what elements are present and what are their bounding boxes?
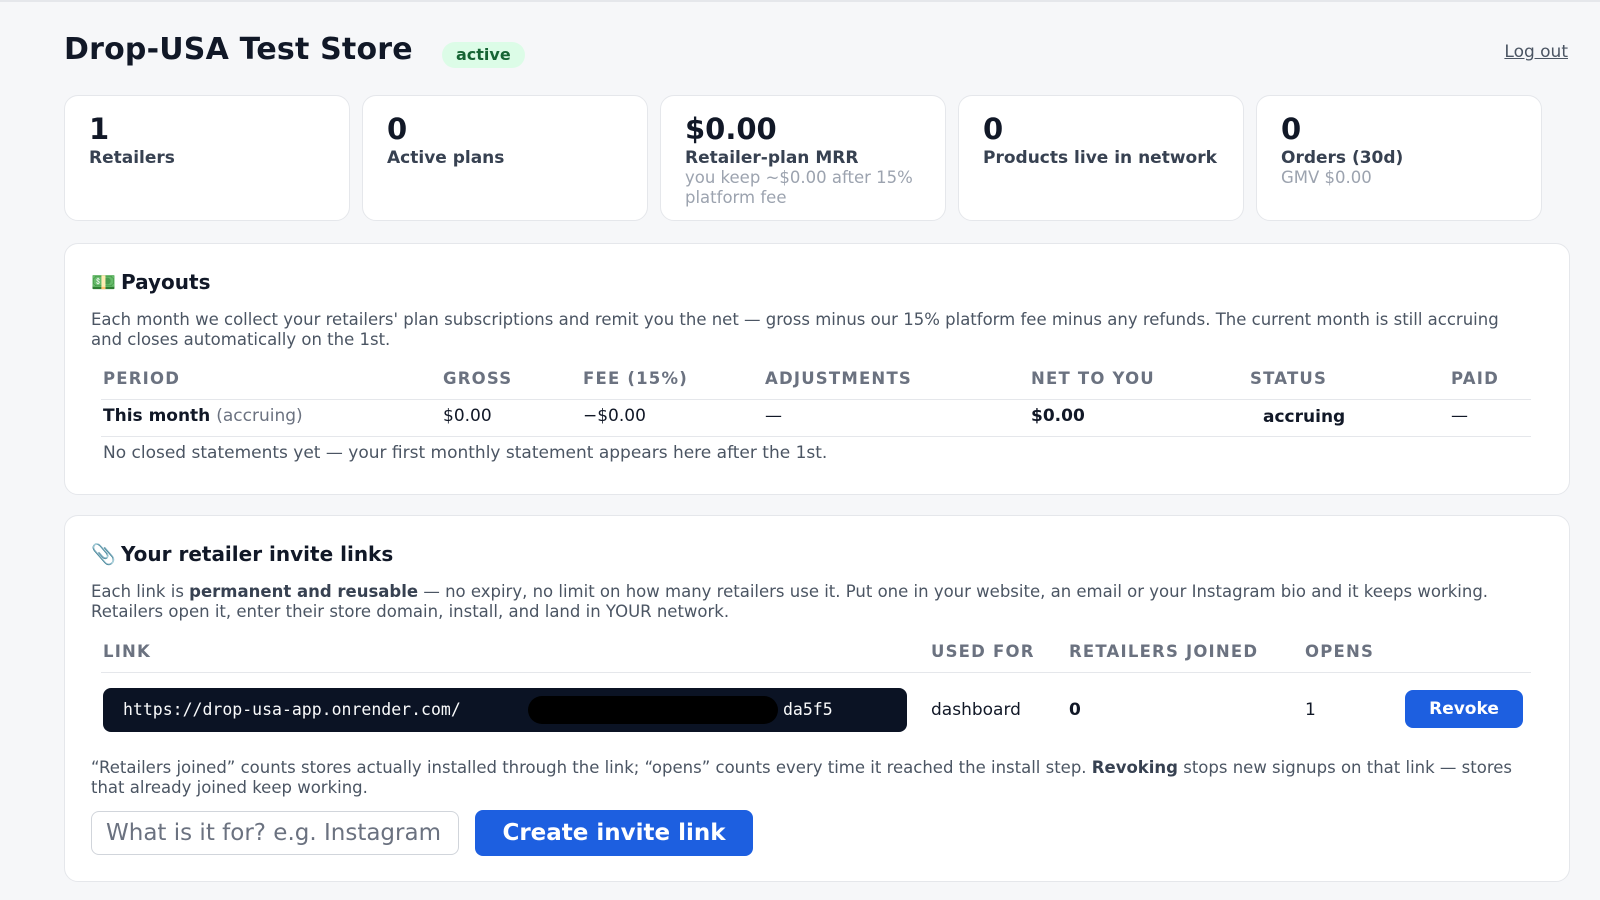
row-net: $0.00: [1031, 406, 1085, 426]
stat-value: 1: [89, 112, 110, 146]
stat-value: $0.00: [685, 112, 777, 146]
payouts-empty-note: No closed statements yet — your first mo…: [103, 443, 828, 463]
row-fee: −$0.00: [583, 406, 646, 426]
col-status: Status: [1250, 369, 1328, 388]
col-fee: Fee (15%): [583, 369, 688, 388]
stat-label: Products live in network: [983, 148, 1217, 168]
col-link: Link: [103, 642, 152, 661]
note-text: “Retailers joined” counts stores actuall…: [91, 758, 1092, 777]
payouts-title: 💵 Payouts: [91, 270, 210, 294]
col-used-for: Used for: [931, 642, 1035, 661]
invite-link-tail: da5f5: [783, 700, 833, 719]
stat-card-orders: 0 Orders (30d) GMV $0.00: [1256, 95, 1542, 221]
invites-note: “Retailers joined” counts stores actuall…: [91, 758, 1521, 798]
top-border: [0, 0, 1600, 2]
paperclip-icon: 📎: [91, 542, 116, 566]
col-period: Period: [103, 369, 181, 388]
invite-links-panel: 📎 Your retailer invite links Each link is…: [64, 515, 1570, 882]
stat-value: 0: [387, 112, 408, 146]
desc-emphasis: permanent and reusable: [189, 582, 419, 601]
stat-label: Retailer-plan MRR: [685, 148, 859, 168]
col-opens: Opens: [1305, 642, 1375, 661]
row-used-for: dashboard: [931, 700, 1021, 720]
status-badge: active: [442, 42, 525, 68]
money-icon: 💵: [91, 270, 116, 294]
row-opens: 1: [1305, 700, 1316, 720]
payouts-heading: Payouts: [121, 270, 211, 294]
col-retailers-joined: Retailers joined: [1069, 642, 1259, 661]
invites-heading: Your retailer invite links: [121, 542, 394, 566]
row-gross: $0.00: [443, 406, 492, 426]
stat-card-retailers: 1 Retailers: [64, 95, 350, 221]
invite-link-field[interactable]: https://drop-usa-app.onrender.com/ da5f5: [103, 688, 907, 732]
col-gross: Gross: [443, 369, 513, 388]
page-header: Drop-USA Test Store active Log out: [64, 32, 1568, 76]
stat-card-active-plans: 0 Active plans: [362, 95, 648, 221]
row-status: accruing: [1263, 407, 1346, 427]
table-divider: [101, 672, 1531, 673]
stat-subtext: you keep ~$0.00 after 15% platform fee: [685, 168, 913, 207]
row-adjustments: —: [765, 406, 782, 426]
row-period: This month (accruing): [103, 406, 303, 426]
stat-label: Retailers: [89, 148, 175, 168]
row-retailers-joined: 0: [1069, 700, 1081, 720]
revoke-button[interactable]: Revoke: [1405, 690, 1523, 728]
page-title: Drop-USA Test Store: [64, 32, 413, 67]
col-paid: Paid: [1451, 369, 1499, 388]
stat-label: Active plans: [387, 148, 505, 168]
invite-link-url: https://drop-usa-app.onrender.com/: [123, 700, 461, 719]
stat-subtext: GMV $0.00: [1281, 168, 1372, 187]
table-divider: [101, 436, 1531, 437]
stats-row: 1 Retailers 0 Active plans $0.00 Retaile…: [64, 95, 1568, 223]
invites-title: 📎 Your retailer invite links: [91, 542, 393, 566]
payouts-panel: 💵 Payouts Each month we collect your reta…: [64, 243, 1570, 495]
logout-link[interactable]: Log out: [1504, 42, 1568, 62]
period-label: This month: [103, 406, 211, 426]
invites-description: Each link is permanent and reusable — no…: [91, 582, 1521, 622]
col-adjustments: Adjustments: [765, 369, 912, 388]
note-emphasis: Revoking: [1091, 758, 1178, 777]
period-note: (accruing): [216, 406, 303, 426]
desc-text: Each link is: [91, 582, 190, 601]
row-paid: —: [1451, 406, 1468, 426]
create-invite-link-button[interactable]: Create invite link: [475, 810, 753, 856]
redaction-mark: [528, 696, 778, 724]
table-divider: [101, 399, 1531, 400]
col-net: Net to you: [1031, 369, 1155, 388]
stat-card-products: 0 Products live in network: [958, 95, 1244, 221]
invite-purpose-input[interactable]: [91, 811, 459, 855]
stat-card-mrr: $0.00 Retailer-plan MRR you keep ~$0.00 …: [660, 95, 946, 221]
payouts-description: Each month we collect your retailers' pl…: [91, 310, 1499, 349]
stat-value: 0: [983, 112, 1004, 146]
stat-value: 0: [1281, 112, 1302, 146]
stat-label: Orders (30d): [1281, 148, 1404, 168]
